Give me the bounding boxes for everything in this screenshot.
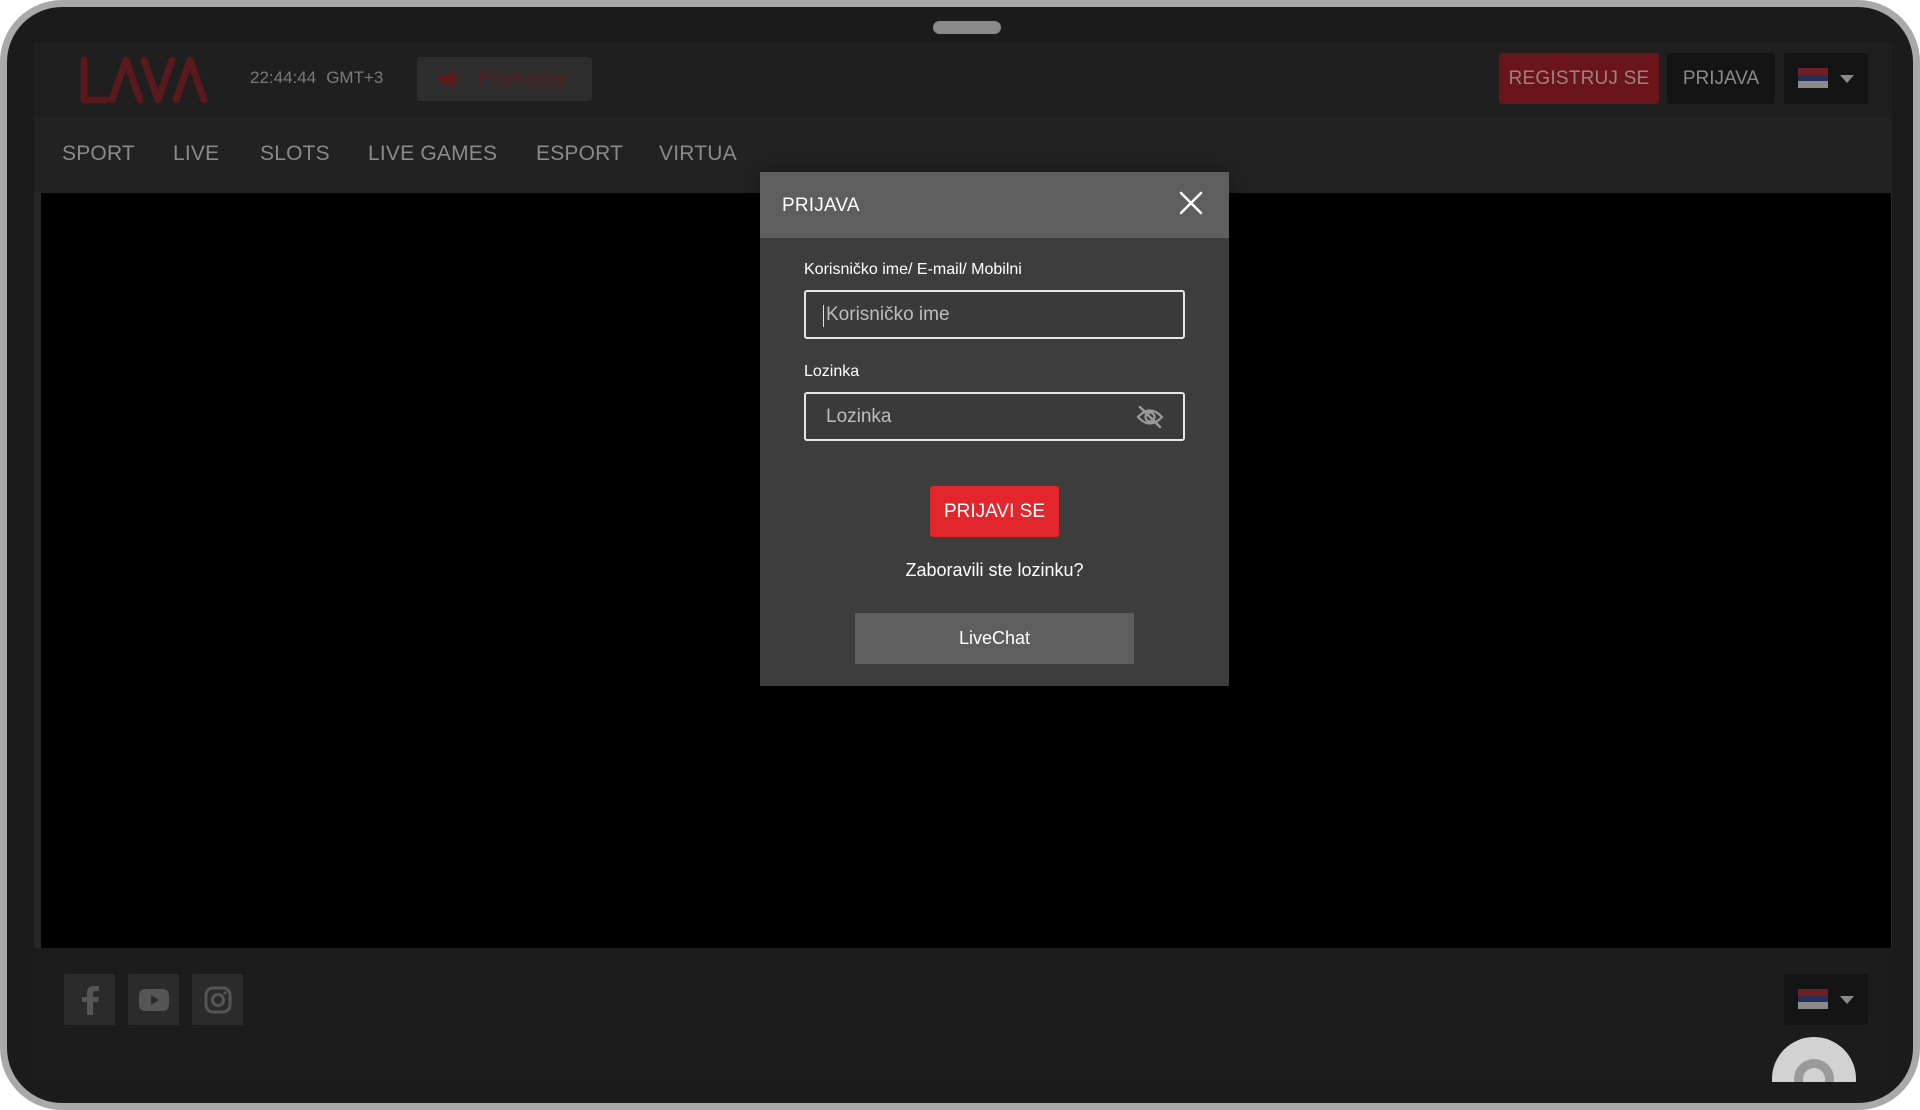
login-button[interactable]: PRIJAVA [1667, 53, 1775, 104]
facebook-button[interactable] [64, 974, 115, 1025]
username-input[interactable] [806, 292, 1183, 337]
chat-launcher-button[interactable] [1772, 1037, 1856, 1082]
register-button[interactable]: REGISTRUJ SE [1499, 53, 1659, 104]
livechat-button[interactable]: LiveChat [855, 613, 1134, 664]
promotions-label: Promocije [478, 67, 567, 90]
password-field-wrapper [804, 392, 1185, 441]
nav-item-live[interactable]: LIVE [173, 142, 219, 166]
nav-item-live-games[interactable]: LIVE GAMES [368, 142, 497, 166]
nav-item-sport[interactable]: SPORT [62, 142, 135, 166]
modal-header: PRIJAVA [760, 172, 1229, 238]
instagram-icon [204, 986, 231, 1013]
eye-off-icon[interactable] [1136, 405, 1164, 429]
login-submit-button[interactable]: PRIJAVI SE [930, 486, 1059, 537]
text-cursor [823, 305, 824, 327]
login-modal: PRIJAVA Korisničko ime/ E-mail/ Mobilni … [760, 172, 1229, 686]
instagram-button[interactable] [192, 974, 243, 1025]
device-frame: 22:44:44 GMT+3 Promocije REGISTRUJ SE PRI… [0, 0, 1920, 1110]
serbia-flag-icon [1798, 68, 1828, 88]
device-notch [933, 21, 1001, 34]
top-header: 22:44:44 GMT+3 Promocije REGISTRUJ SE PRI… [34, 42, 1892, 118]
lava-logo[interactable] [76, 54, 216, 106]
youtube-button[interactable] [128, 974, 179, 1025]
language-selector[interactable] [1784, 53, 1868, 104]
server-clock: 22:44:44 GMT+3 [250, 68, 383, 88]
username-label: Korisničko ime/ E-mail/ Mobilni [804, 261, 1022, 278]
nav-item-virtual[interactable]: VIRTUA [659, 142, 737, 166]
nav-item-esport[interactable]: ESPORT [536, 142, 623, 166]
modal-title: PRIJAVA [782, 195, 860, 216]
username-field-wrapper [804, 290, 1185, 339]
clock-timezone: GMT+3 [326, 68, 384, 87]
app-screen: 22:44:44 GMT+3 Promocije REGISTRUJ SE PRI… [34, 42, 1892, 1082]
facebook-icon [81, 985, 99, 1015]
forgot-password-link[interactable]: Zaboravili ste lozinku? [760, 560, 1229, 581]
megaphone-icon [437, 70, 462, 88]
password-label: Lozinka [804, 363, 860, 380]
promotions-button[interactable]: Promocije [417, 57, 592, 101]
password-input[interactable] [806, 394, 1183, 439]
clock-time: 22:44:44 [250, 68, 317, 87]
close-icon[interactable] [1176, 188, 1206, 218]
youtube-icon [138, 988, 169, 1011]
footer-language-selector[interactable] [1784, 974, 1868, 1025]
chevron-down-icon [1840, 75, 1854, 83]
chevron-down-icon [1840, 996, 1854, 1004]
footer [34, 948, 1892, 1082]
nav-item-slots[interactable]: SLOTS [260, 142, 330, 166]
serbia-flag-icon [1798, 989, 1828, 1009]
